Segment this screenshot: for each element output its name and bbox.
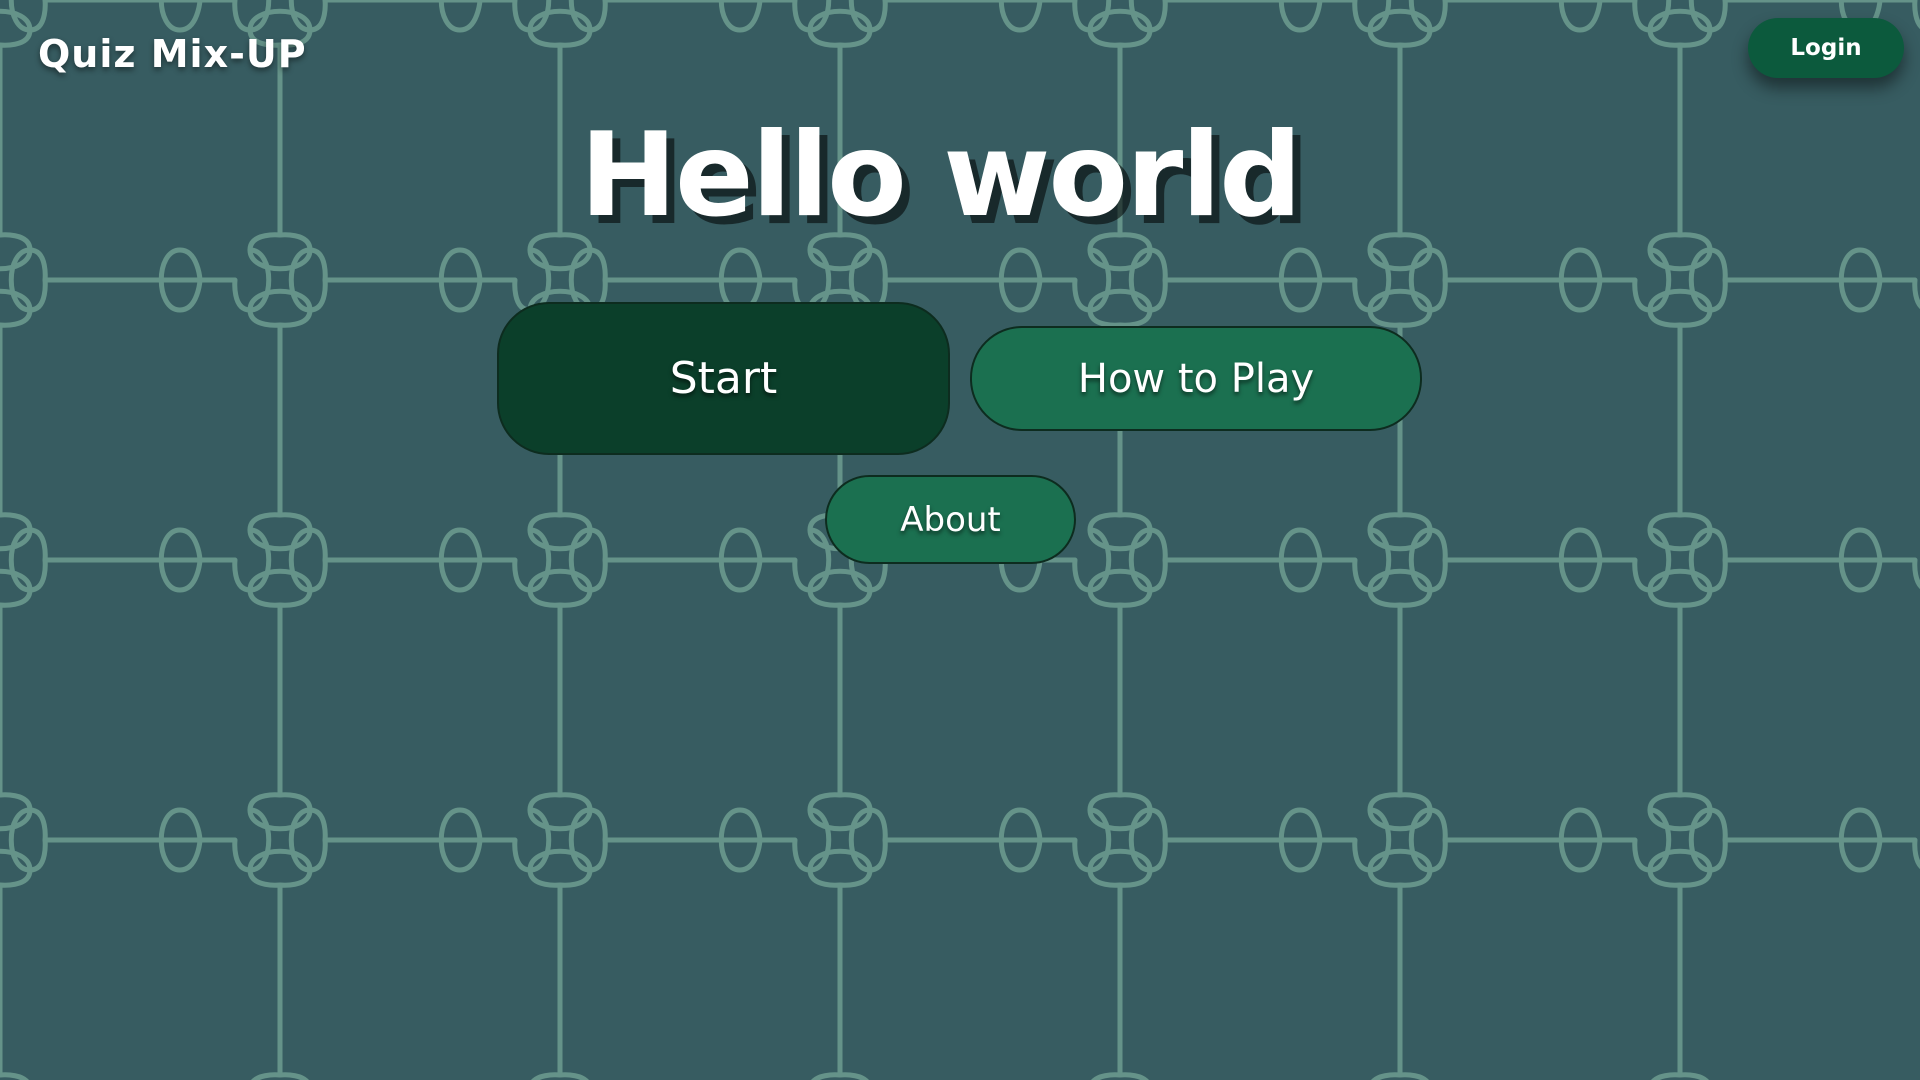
about-button[interactable]: About [825,475,1076,564]
app-brand-logo: Quiz Mix-UP [38,32,307,76]
start-button[interactable]: Start [497,302,950,455]
login-button[interactable]: Login [1748,18,1904,78]
page-title: Hello world [579,108,1302,243]
main-menu-screen: Quiz Mix-UP Login Hello world Start How … [0,0,1920,1080]
how-to-play-button[interactable]: How to Play [970,326,1422,431]
